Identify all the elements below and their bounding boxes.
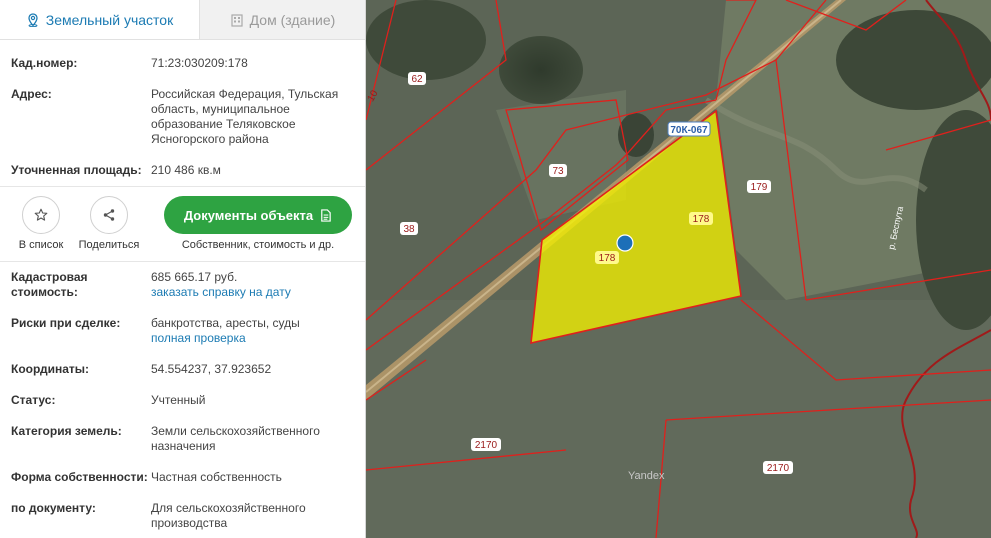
by-document-value: Для сельскохозяйственного производства xyxy=(151,501,306,530)
cad-cost-label: Кадастровая стоимость: xyxy=(11,270,88,299)
by-document-label: по документу: xyxy=(11,501,96,515)
tab-building[interactable]: Дом (здание) xyxy=(200,0,365,39)
documents-button-label: Документы объекта xyxy=(183,207,314,223)
by-document-row: по документу: Для сельскохозяйственного … xyxy=(0,501,365,531)
star-icon xyxy=(34,208,48,221)
area-value: 210 486 кв.м xyxy=(151,163,221,177)
address-label: Адрес: xyxy=(11,87,52,101)
parcel-label: 178 xyxy=(693,214,710,225)
cad-number-row: Кад.номер: 71:23:030209:178 xyxy=(0,56,365,71)
full-check-link[interactable]: полная проверка xyxy=(151,331,361,346)
coords-row: Координаты: 54.554237, 37.923652 xyxy=(0,362,365,377)
cad-cost-value-group: 685 665.17 руб. заказать справку на дату xyxy=(151,270,361,300)
parcel-label: 179 xyxy=(751,182,768,193)
parcel-label: 38 xyxy=(403,224,415,235)
area-label: Уточненная площадь: xyxy=(11,163,142,177)
cad-number-link[interactable]: 71:23:030209:178 xyxy=(151,56,361,71)
forest-patch xyxy=(836,10,991,110)
parcel-label: 178 xyxy=(599,253,616,264)
category-label: Категория земель: xyxy=(11,424,122,438)
parcel-label: 2170 xyxy=(475,440,498,451)
divider xyxy=(0,261,365,262)
share-button[interactable] xyxy=(90,196,128,234)
status-value: Учтенный xyxy=(151,393,206,407)
parcel-label: 2170 xyxy=(767,463,790,474)
status-label: Статус: xyxy=(11,393,56,407)
tab-land-plot-label: Земельный участок xyxy=(45,11,174,28)
road-label: 70К-067 xyxy=(670,125,708,136)
coords-value: 54.554237, 37.923652 xyxy=(151,362,272,376)
risks-value: банкротства, аресты, суды xyxy=(151,316,300,330)
area-row: Уточненная площадь: 210 486 кв.м xyxy=(0,163,365,178)
yandex-watermark: Yandex xyxy=(628,470,665,482)
cad-cost-row: Кадастровая стоимость: 685 665.17 руб. з… xyxy=(0,270,365,300)
parcel-center-marker[interactable] xyxy=(616,234,634,252)
parcel-label: 73 xyxy=(552,166,564,177)
cad-number-label: Кад.номер: xyxy=(11,56,78,70)
cad-cost-value: 685 665.17 руб. xyxy=(151,270,238,284)
category-row: Категория земель: Земли сельскохозяйстве… xyxy=(0,424,365,454)
risks-value-group: банкротства, аресты, суды полная проверк… xyxy=(151,316,361,346)
add-to-list-button[interactable] xyxy=(22,196,60,234)
building-icon xyxy=(231,13,243,27)
tab-building-label: Дом (здание) xyxy=(249,11,336,28)
share-icon xyxy=(103,209,115,221)
tabs-bar: Земельный участок Дом (здание) xyxy=(0,0,365,40)
forest-patch xyxy=(366,0,486,80)
documents-button[interactable]: Документы объекта xyxy=(164,196,352,234)
parcel-label: 62 xyxy=(411,74,423,85)
info-panel: Земельный участок Дом (здание) Кад.номер… xyxy=(0,0,366,538)
share-label: Поделиться xyxy=(78,239,140,251)
risks-row: Риски при сделке: банкротства, аресты, с… xyxy=(0,316,365,346)
category-value: Земли сельскохозяйственного назначения xyxy=(151,424,320,453)
map-canvas[interactable]: 70К-067 62 10 73 179 178 178 38 2170 217… xyxy=(366,0,991,538)
risks-label: Риски при сделке: xyxy=(11,316,121,330)
actions-bar: В список Поделиться Документы объекта Со… xyxy=(0,187,365,260)
ownership-label: Форма собственности: xyxy=(11,470,148,484)
documents-subtitle: Собственник, стоимость и др. xyxy=(181,239,335,251)
ownership-value: Частная собственность xyxy=(151,470,282,484)
coords-label: Координаты: xyxy=(11,362,90,376)
address-value: Российская Федерация, Тульская область, … xyxy=(151,87,339,146)
document-icon xyxy=(321,208,331,222)
forest-patch xyxy=(499,36,583,104)
location-pin-icon xyxy=(28,12,38,27)
address-row: Адрес: Российская Федерация, Тульская об… xyxy=(0,87,365,147)
ownership-row: Форма собственности: Частная собственнос… xyxy=(0,470,365,485)
satellite-map[interactable]: 70К-067 62 10 73 179 178 178 38 2170 217… xyxy=(366,0,991,538)
order-certificate-link[interactable]: заказать справку на дату xyxy=(151,285,361,300)
tab-land-plot[interactable]: Земельный участок xyxy=(0,0,200,39)
status-row: Статус: Учтенный xyxy=(0,393,365,408)
